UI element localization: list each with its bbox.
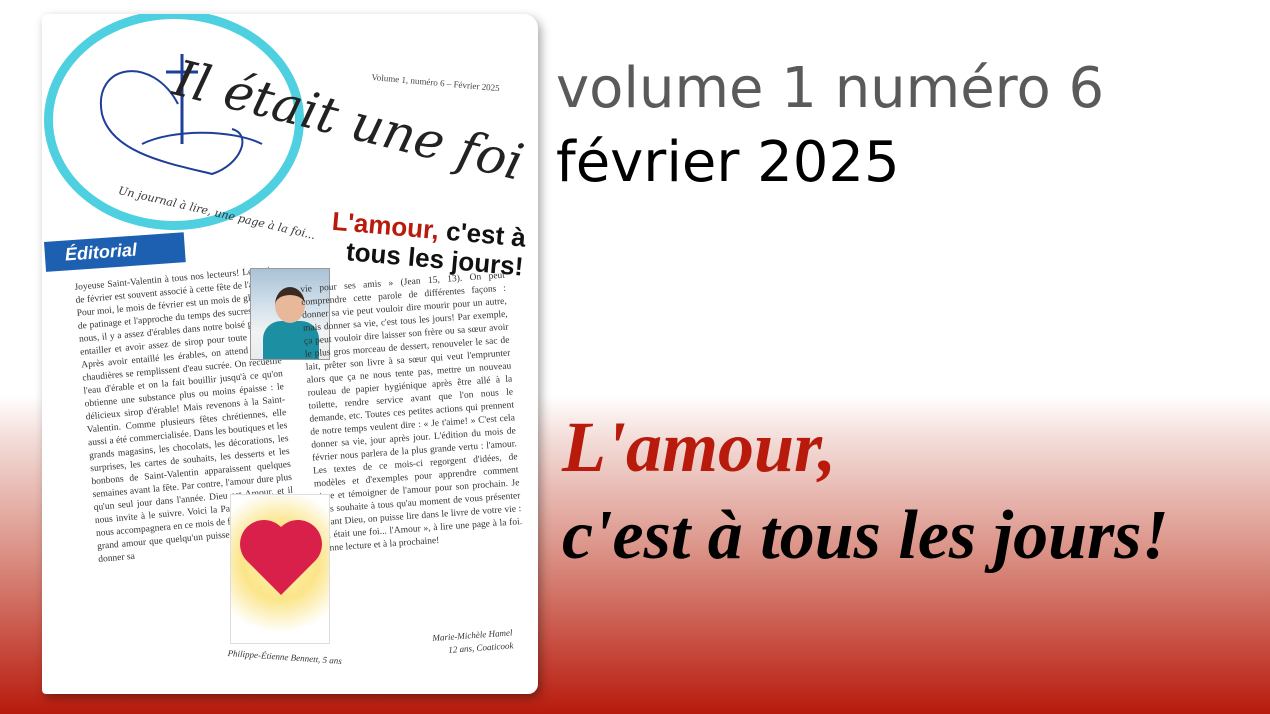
heart-icon — [247, 527, 315, 595]
issue-date-text: février 2025 — [556, 130, 900, 195]
drawing-caption: Philippe-Étienne Bennett, 5 ans — [227, 648, 343, 666]
editorial-tab: Éditorial — [44, 232, 186, 272]
headline-line-1: L'amour, — [562, 407, 837, 487]
magazine-cover-image: Il était une foi Un journal à lire, une … — [42, 14, 538, 694]
issue-number-text: volume 1 numéro 6 — [556, 56, 1105, 121]
editorial-right-column: vie pour ses amis » (Jean 15, 13). On pe… — [300, 270, 523, 555]
editorial-signature: Marie-Michèle Hamel 12 ans, Coaticook — [432, 626, 514, 658]
magazine-issue-label: Volume 1, numéro 6 – Février 2025 — [371, 72, 501, 94]
headline-line-2: c'est à tous les jours! — [562, 497, 1169, 574]
child-heart-drawing — [230, 494, 330, 644]
